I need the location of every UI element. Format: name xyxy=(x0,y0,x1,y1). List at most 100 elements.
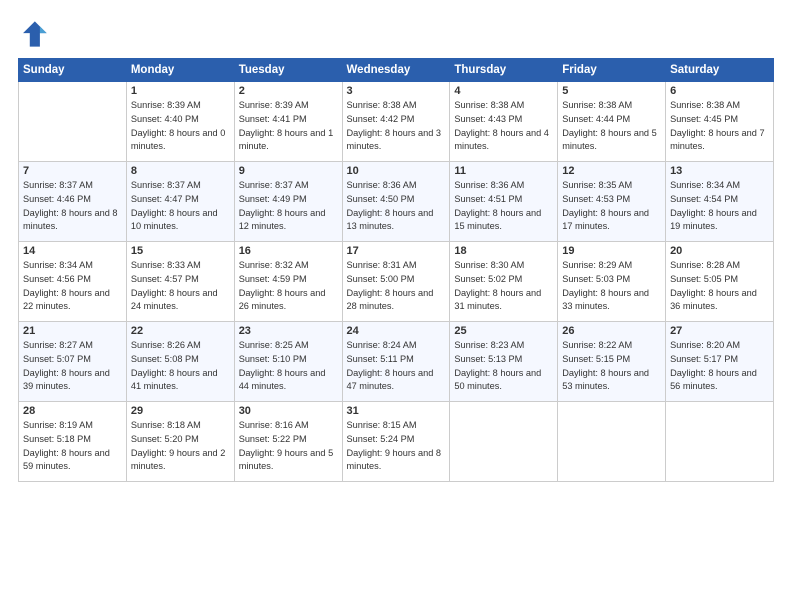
calendar-cell: 29 Sunrise: 8:18 AMSunset: 5:20 PMDayligh… xyxy=(126,402,234,482)
weekday-header: Wednesday xyxy=(342,59,450,82)
calendar-cell: 6 Sunrise: 8:38 AMSunset: 4:45 PMDaylight… xyxy=(666,82,774,162)
day-info: Sunrise: 8:33 AMSunset: 4:57 PMDaylight:… xyxy=(131,259,230,314)
calendar-cell: 25 Sunrise: 8:23 AMSunset: 5:13 PMDayligh… xyxy=(450,322,558,402)
day-info: Sunrise: 8:38 AMSunset: 4:45 PMDaylight:… xyxy=(670,99,769,154)
day-number: 1 xyxy=(131,85,230,97)
day-number: 5 xyxy=(562,85,661,97)
calendar-cell: 18 Sunrise: 8:30 AMSunset: 5:02 PMDayligh… xyxy=(450,242,558,322)
header xyxy=(18,18,774,50)
day-info: Sunrise: 8:19 AMSunset: 5:18 PMDaylight:… xyxy=(23,419,122,474)
day-number: 22 xyxy=(131,325,230,337)
day-number: 27 xyxy=(670,325,769,337)
day-info: Sunrise: 8:24 AMSunset: 5:11 PMDaylight:… xyxy=(347,339,446,394)
calendar-cell: 5 Sunrise: 8:38 AMSunset: 4:44 PMDaylight… xyxy=(558,82,666,162)
day-number: 13 xyxy=(670,165,769,177)
day-number: 3 xyxy=(347,85,446,97)
calendar-cell: 21 Sunrise: 8:27 AMSunset: 5:07 PMDayligh… xyxy=(19,322,127,402)
weekday-header: Friday xyxy=(558,59,666,82)
header-row: SundayMondayTuesdayWednesdayThursdayFrid… xyxy=(19,59,774,82)
calendar-cell: 1 Sunrise: 8:39 AMSunset: 4:40 PMDaylight… xyxy=(126,82,234,162)
day-number: 19 xyxy=(562,245,661,257)
calendar-week-row: 1 Sunrise: 8:39 AMSunset: 4:40 PMDaylight… xyxy=(19,82,774,162)
day-number: 26 xyxy=(562,325,661,337)
day-info: Sunrise: 8:18 AMSunset: 5:20 PMDaylight:… xyxy=(131,419,230,474)
day-info: Sunrise: 8:38 AMSunset: 4:44 PMDaylight:… xyxy=(562,99,661,154)
day-info: Sunrise: 8:20 AMSunset: 5:17 PMDaylight:… xyxy=(670,339,769,394)
weekday-header: Tuesday xyxy=(234,59,342,82)
calendar-cell: 20 Sunrise: 8:28 AMSunset: 5:05 PMDayligh… xyxy=(666,242,774,322)
day-number: 18 xyxy=(454,245,553,257)
calendar-cell: 31Sunrise: 8:15 AMSunset: 5:24 PMDayligh… xyxy=(342,402,450,482)
calendar-cell xyxy=(19,82,127,162)
calendar-week-row: 21 Sunrise: 8:27 AMSunset: 5:07 PMDayligh… xyxy=(19,322,774,402)
calendar-cell: 14Sunrise: 8:34 AMSunset: 4:56 PMDayligh… xyxy=(19,242,127,322)
weekday-header: Thursday xyxy=(450,59,558,82)
calendar-cell: 15 Sunrise: 8:33 AMSunset: 4:57 PMDayligh… xyxy=(126,242,234,322)
day-number: 30 xyxy=(239,405,338,417)
weekday-header: Sunday xyxy=(19,59,127,82)
calendar-cell: 10 Sunrise: 8:36 AMSunset: 4:50 PMDayligh… xyxy=(342,162,450,242)
day-info: Sunrise: 8:25 AMSunset: 5:10 PMDaylight:… xyxy=(239,339,338,394)
calendar-cell: 24 Sunrise: 8:24 AMSunset: 5:11 PMDayligh… xyxy=(342,322,450,402)
day-info: Sunrise: 8:38 AMSunset: 4:43 PMDaylight:… xyxy=(454,99,553,154)
calendar-week-row: 7 Sunrise: 8:37 AMSunset: 4:46 PMDaylight… xyxy=(19,162,774,242)
day-info: Sunrise: 8:37 AMSunset: 4:49 PMDaylight:… xyxy=(239,179,338,234)
calendar-cell: 26 Sunrise: 8:22 AMSunset: 5:15 PMDayligh… xyxy=(558,322,666,402)
day-number: 31 xyxy=(347,405,446,417)
day-info: Sunrise: 8:37 AMSunset: 4:47 PMDaylight:… xyxy=(131,179,230,234)
day-info: Sunrise: 8:39 AMSunset: 4:40 PMDaylight:… xyxy=(131,99,230,154)
day-number: 24 xyxy=(347,325,446,337)
day-info: Sunrise: 8:26 AMSunset: 5:08 PMDaylight:… xyxy=(131,339,230,394)
day-info: Sunrise: 8:39 AMSunset: 4:41 PMDaylight:… xyxy=(239,99,338,154)
calendar-cell: 27 Sunrise: 8:20 AMSunset: 5:17 PMDayligh… xyxy=(666,322,774,402)
day-number: 6 xyxy=(670,85,769,97)
day-number: 9 xyxy=(239,165,338,177)
calendar-cell: 22 Sunrise: 8:26 AMSunset: 5:08 PMDayligh… xyxy=(126,322,234,402)
day-info: Sunrise: 8:28 AMSunset: 5:05 PMDaylight:… xyxy=(670,259,769,314)
day-number: 8 xyxy=(131,165,230,177)
day-number: 7 xyxy=(23,165,122,177)
day-info: Sunrise: 8:38 AMSunset: 4:42 PMDaylight:… xyxy=(347,99,446,154)
day-info: Sunrise: 8:35 AMSunset: 4:53 PMDaylight:… xyxy=(562,179,661,234)
calendar-week-row: 14Sunrise: 8:34 AMSunset: 4:56 PMDayligh… xyxy=(19,242,774,322)
weekday-header: Saturday xyxy=(666,59,774,82)
day-number: 10 xyxy=(347,165,446,177)
day-info: Sunrise: 8:34 AMSunset: 4:56 PMDaylight:… xyxy=(23,259,122,314)
page: SundayMondayTuesdayWednesdayThursdayFrid… xyxy=(0,0,792,612)
day-info: Sunrise: 8:27 AMSunset: 5:07 PMDaylight:… xyxy=(23,339,122,394)
day-info: Sunrise: 8:32 AMSunset: 4:59 PMDaylight:… xyxy=(239,259,338,314)
day-number: 25 xyxy=(454,325,553,337)
day-info: Sunrise: 8:36 AMSunset: 4:51 PMDaylight:… xyxy=(454,179,553,234)
calendar-cell: 30 Sunrise: 8:16 AMSunset: 5:22 PMDayligh… xyxy=(234,402,342,482)
day-number: 16 xyxy=(239,245,338,257)
day-info: Sunrise: 8:30 AMSunset: 5:02 PMDaylight:… xyxy=(454,259,553,314)
day-info: Sunrise: 8:22 AMSunset: 5:15 PMDaylight:… xyxy=(562,339,661,394)
calendar-table: SundayMondayTuesdayWednesdayThursdayFrid… xyxy=(18,58,774,482)
calendar-cell: 19 Sunrise: 8:29 AMSunset: 5:03 PMDayligh… xyxy=(558,242,666,322)
day-number: 21 xyxy=(23,325,122,337)
day-number: 4 xyxy=(454,85,553,97)
day-info: Sunrise: 8:16 AMSunset: 5:22 PMDaylight:… xyxy=(239,419,338,474)
calendar-cell: 2Sunrise: 8:39 AMSunset: 4:41 PMDaylight… xyxy=(234,82,342,162)
day-number: 29 xyxy=(131,405,230,417)
day-number: 23 xyxy=(239,325,338,337)
day-info: Sunrise: 8:23 AMSunset: 5:13 PMDaylight:… xyxy=(454,339,553,394)
day-info: Sunrise: 8:34 AMSunset: 4:54 PMDaylight:… xyxy=(670,179,769,234)
calendar-cell xyxy=(558,402,666,482)
day-number: 20 xyxy=(670,245,769,257)
day-info: Sunrise: 8:37 AMSunset: 4:46 PMDaylight:… xyxy=(23,179,122,234)
day-info: Sunrise: 8:29 AMSunset: 5:03 PMDaylight:… xyxy=(562,259,661,314)
day-number: 28 xyxy=(23,405,122,417)
day-number: 11 xyxy=(454,165,553,177)
calendar-week-row: 28 Sunrise: 8:19 AMSunset: 5:18 PMDayligh… xyxy=(19,402,774,482)
calendar-cell xyxy=(450,402,558,482)
calendar-cell: 17Sunrise: 8:31 AMSunset: 5:00 PMDayligh… xyxy=(342,242,450,322)
day-info: Sunrise: 8:31 AMSunset: 5:00 PMDaylight:… xyxy=(347,259,446,314)
calendar-cell xyxy=(666,402,774,482)
day-number: 12 xyxy=(562,165,661,177)
logo-icon xyxy=(18,18,50,50)
calendar-cell: 13 Sunrise: 8:34 AMSunset: 4:54 PMDayligh… xyxy=(666,162,774,242)
day-info: Sunrise: 8:36 AMSunset: 4:50 PMDaylight:… xyxy=(347,179,446,234)
calendar-cell: 4 Sunrise: 8:38 AMSunset: 4:43 PMDaylight… xyxy=(450,82,558,162)
day-number: 15 xyxy=(131,245,230,257)
